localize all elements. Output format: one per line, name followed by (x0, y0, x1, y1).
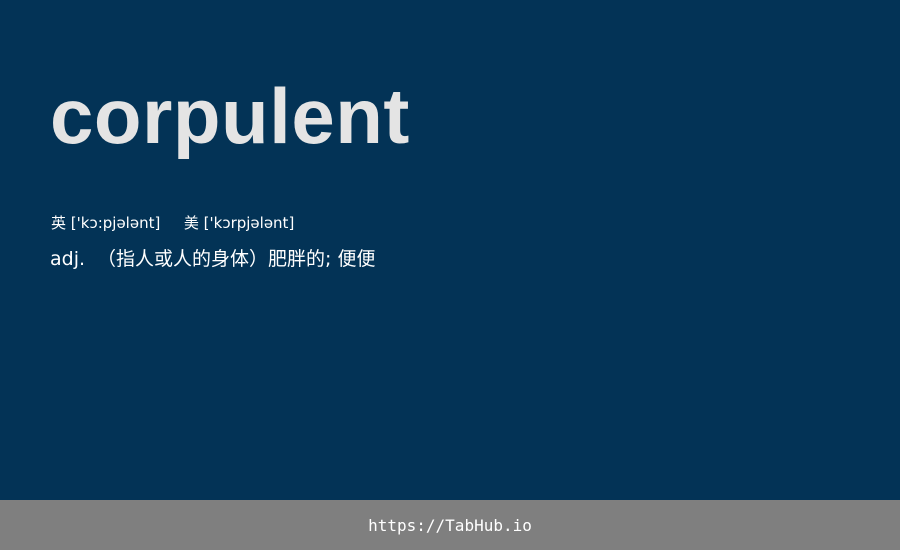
footer-bar: https://TabHub.io (0, 500, 900, 550)
uk-label: 英 (51, 214, 67, 232)
part-of-speech: adj. (50, 248, 86, 270)
us-label: 美 (183, 214, 199, 232)
headword: corpulent (50, 72, 410, 160)
definition-text: （指人或人的身体）肥胖的; 便便 (97, 248, 376, 270)
uk-ipa: ['kɔ:pjələnt] (70, 214, 161, 232)
tabhub-link[interactable]: https://TabHub.io (368, 516, 532, 535)
us-ipa: ['kɔrpjələnt] (203, 214, 295, 232)
definition-line: adj. （指人或人的身体）肥胖的; 便便 (50, 245, 375, 273)
word-card: corpulent 英 ['kɔ:pjələnt] 美 ['kɔrpjələnt… (0, 0, 900, 550)
phonetics-line: 英 ['kɔ:pjələnt] 美 ['kɔrpjələnt] (51, 212, 294, 234)
